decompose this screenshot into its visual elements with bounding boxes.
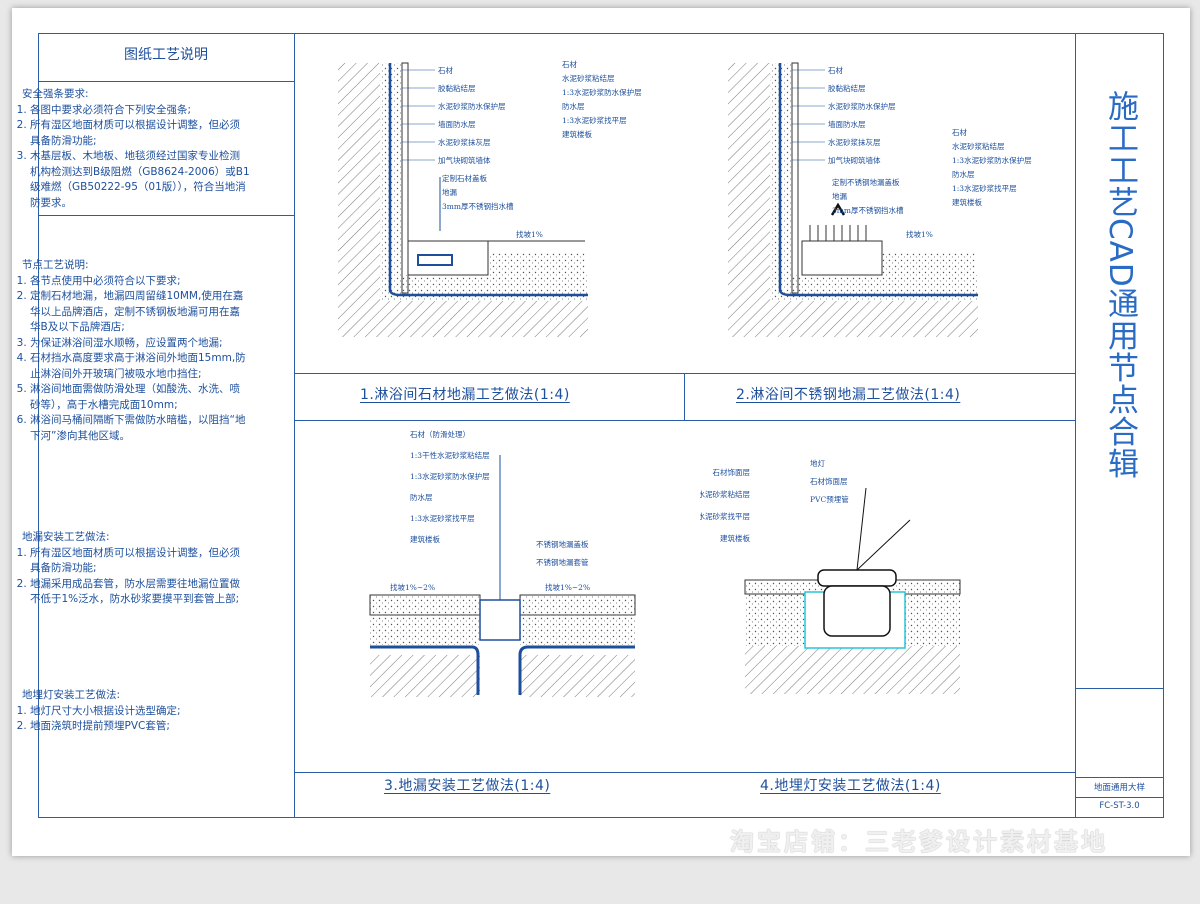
d2_mid-label: 定制不锈钢地漏盖板 (832, 177, 900, 187)
d1_wall-label: 水泥砂浆防水保护层 (438, 101, 506, 111)
slope-label: 找坡1% (906, 229, 933, 239)
d4_top-label: 石材饰面层 (810, 476, 848, 486)
d4_left-label: 水泥砂浆找平层 (700, 511, 750, 521)
node-note-item: 淋浴间地面需做防滑处理（如酸洗、水洗、喷砂等），高于水槽完成面10mm; (30, 382, 250, 413)
safety-note-item: 木基层板、木地板、地毯须经过国家专业检测机构检测达到B级阻燃（GB8624-20… (30, 149, 250, 211)
safety-section: 安全强条要求: 各图中要求必须符合下列安全强条;所有湿区地面材质可以根据设计调整… (18, 87, 250, 211)
d1_mid-label: 定制石材盖板 (442, 173, 487, 183)
d2_wall-label: 墙面防水层 (828, 119, 866, 129)
notes-title: 图纸工艺说明 (124, 47, 208, 63)
slope-label: 找坡1% (516, 229, 543, 239)
d2_mid-label: 3mm厚不锈钢挡水槽 (832, 205, 904, 215)
sheet-name: 地面通用大样 (1093, 783, 1145, 793)
d2_floor-label: 石材 (952, 127, 967, 137)
d1_floor-label: 水泥砂浆粘结层 (562, 73, 615, 83)
lamp-note-item: 地灯尺寸大小根据设计选型确定; (30, 704, 250, 720)
drain-heading: 地漏安装工艺做法: (22, 531, 110, 543)
d1_wall-label: 水泥砂浆抹灰层 (438, 137, 491, 147)
collection-title: 施工工艺CAD通用节点合辑 (1102, 90, 1138, 480)
safety-note-item: 所有湿区地面材质可以根据设计调整，但必须具备防滑功能; (30, 118, 250, 149)
caption-detail-1: 1.淋浴间石材地漏工艺做法(1:4) (360, 387, 570, 403)
d1_wall-label: 加气块砌筑墙体 (438, 155, 491, 165)
d1_floor-label: 建筑楼板 (562, 129, 592, 139)
d1_wall-label: 胶黏粘结层 (438, 83, 476, 93)
d1_floor-label: 石材 (562, 59, 577, 69)
d3_left-label: 防水层 (410, 492, 433, 502)
d2_wall-label: 石材 (828, 65, 843, 75)
d3_left-label: 1:3干性水泥砂浆粘结层 (410, 450, 490, 460)
d1_mid-label: 3mm厚不锈钢挡水槽 (442, 201, 514, 211)
node-heading: 节点工艺说明: (22, 259, 89, 271)
detail-4-drawing: 石材饰面层水泥砂浆粘结层水泥砂浆找平层建筑楼板 地灯石材饰面层 PVC预埋管 (700, 458, 961, 694)
d2_floor-label: 1:3水泥砂浆防水保护层 (952, 155, 1032, 165)
d2_floor-label: 防水层 (952, 169, 975, 179)
slope-label: 找坡1%~2% (390, 582, 435, 592)
d4_left-label: 建筑楼板 (720, 533, 750, 543)
node-note-item: 石材挡水高度要求高于淋浴间外地面15mm,防止淋浴间外开玻璃门被吸水地巾挡住; (30, 351, 250, 382)
caption-detail-2: 2.淋浴间不锈钢地漏工艺做法(1:4) (736, 387, 961, 403)
drain-list: 所有湿区地面材质可以根据设计调整，但必须具备防滑功能;地漏采用成品套管，防水层需… (18, 546, 250, 608)
lamp-section: 地埋灯安装工艺做法: 地灯尺寸大小根据设计选型确定;地面浇筑时提前预埋PVC套管… (18, 688, 250, 735)
d4_top-label: 地灯 (810, 458, 825, 468)
shop-watermark: 淘宝店铺：三老爹设计素材基地 (730, 828, 1108, 856)
drain-section: 地漏安装工艺做法: 所有湿区地面材质可以根据设计调整，但必须具备防滑功能;地漏采… (18, 530, 250, 608)
safety-note-item: 各图中要求必须符合下列安全强条; (30, 103, 250, 119)
caption-detail-4: 4.地埋灯安装工艺做法(1:4) (760, 778, 941, 794)
d3_right-label: 不锈钢地漏盖板 (536, 539, 589, 549)
d4_left-label: 水泥砂浆粘结层 (700, 489, 750, 499)
d2_floor-label: 水泥砂浆粘结层 (952, 141, 1005, 151)
d1_floor-label: 1:3水泥砂浆防水保护层 (562, 87, 642, 97)
node-note-item: 淋浴间马桶间隔断下需做防水暗槛，以阻挡“地下河”渗向其他区域。 (30, 413, 250, 444)
d1_wall-label: 墙面防水层 (438, 119, 476, 129)
lamp-note-item: 地面浇筑时提前预埋PVC套管; (30, 719, 250, 735)
node-section: 节点工艺说明: 各节点使用中必须符合以下要求;定制石材地漏，地漏四周留缝10MM… (18, 258, 250, 444)
d2_wall-label: 水泥砂浆抹灰层 (828, 137, 881, 147)
detail-1-drawing: 石材胶黏粘结层水泥砂浆防水保护层墙面防水层水泥砂浆抹灰层加气块砌筑墙体石材水泥砂… (338, 59, 642, 337)
detail-3-drawing: 石材（防滑处理） 1:3干性水泥砂浆粘结层 1:3水泥砂浆防水保护层防水层 1:3水泥… (369, 429, 636, 697)
d2_mid-label: 地漏 (832, 191, 847, 201)
drain-note-item: 所有湿区地面材质可以根据设计调整，但必须具备防滑功能; (30, 546, 250, 577)
d2_floor-label: 1:3水泥砂浆找平层 (952, 183, 1017, 193)
lamp-list: 地灯尺寸大小根据设计选型确定;地面浇筑时提前预埋PVC套管; (18, 704, 250, 735)
d3_left-label: 建筑楼板 (410, 534, 440, 544)
d3_right-label: 不锈钢地漏套管 (536, 557, 589, 567)
d2_wall-label: 胶黏粘结层 (828, 83, 866, 93)
d2_floor-label: 建筑楼板 (952, 197, 982, 207)
sheet-number: FC-ST-3.0 (1099, 801, 1140, 811)
d1_wall-label: 石材 (438, 65, 453, 75)
d1_floor-label: 1:3水泥砂浆找平层 (562, 115, 627, 125)
safety-list: 各图中要求必须符合下列安全强条;所有湿区地面材质可以根据设计调整，但必须具备防滑… (18, 103, 250, 212)
node-note-item: 定制石材地漏，地漏四周留缝10MM,使用在嘉华以上品牌酒店，定制不锈钢板地漏可用… (30, 289, 250, 336)
node-note-item: 各节点使用中必须符合以下要求; (30, 274, 250, 290)
d3_left-label: 1:3水泥砂浆防水保护层 (410, 471, 490, 481)
safety-heading: 安全强条要求: (22, 88, 89, 100)
d2_wall-label: 加气块砌筑墙体 (828, 155, 881, 165)
d1_mid-label: 地漏 (442, 187, 457, 197)
d4_top-label: PVC预埋管 (810, 494, 849, 504)
lamp-heading: 地埋灯安装工艺做法: (22, 689, 121, 701)
d3_left-label: 1:3水泥砂浆找平层 (410, 513, 475, 523)
node-note-item: 为保证淋浴间湿水顺畅，应设置两个地漏; (30, 336, 250, 352)
d3_left-label: 石材（防滑处理） (410, 429, 470, 439)
d1_floor-label: 防水层 (562, 101, 585, 111)
caption-detail-3: 3.地漏安装工艺做法(1:4) (384, 778, 551, 794)
d2_wall-label: 水泥砂浆防水保护层 (828, 101, 896, 111)
slope-label: 找坡1%~2% (545, 582, 590, 592)
node-list: 各节点使用中必须符合以下要求;定制石材地漏，地漏四周留缝10MM,使用在嘉华以上… (18, 274, 250, 445)
detail-2-drawing: 石材胶黏粘结层水泥砂浆防水保护层墙面防水层水泥砂浆抹灰层加气块砌筑墙体石材水泥砂… (728, 62, 1032, 337)
d4_left-label: 石材饰面层 (713, 467, 751, 477)
drain-note-item: 地漏采用成品套管，防水层需要往地漏位置做不低于1%泛水，防水砂浆要摸平到套管上部… (30, 577, 250, 608)
